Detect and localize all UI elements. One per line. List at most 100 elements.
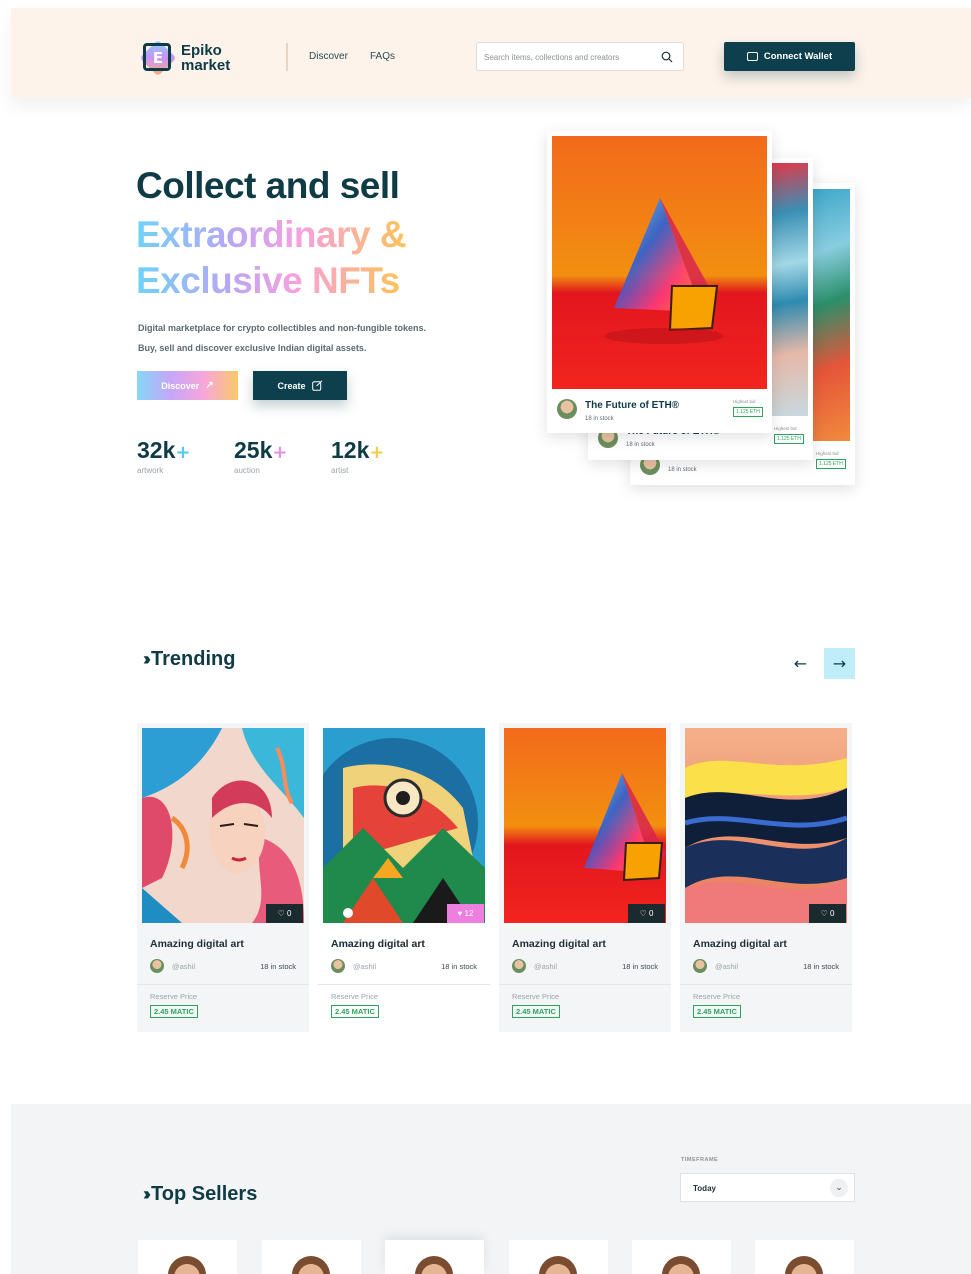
logo[interactable]: E Epiko market	[139, 38, 239, 78]
like-button[interactable]: ♡ 0	[628, 904, 665, 923]
seller-avatar	[168, 1256, 206, 1274]
seller-card[interactable]	[632, 1240, 731, 1274]
seller-card[interactable]	[509, 1240, 608, 1274]
like-button[interactable]: ♡ 0	[809, 904, 846, 923]
trending-prev-button[interactable]: ←	[785, 648, 816, 679]
heart-icon: ♥	[457, 909, 465, 918]
like-button[interactable]: ♥ 12	[447, 904, 484, 923]
hero-desc-line1: Digital marketplace for crypto collectib…	[138, 323, 427, 333]
creator-avatar	[331, 959, 345, 973]
logo-line1: Epiko	[181, 42, 222, 59]
stock-count: 18 in stock	[622, 962, 658, 971]
nav-divider	[286, 43, 288, 71]
card-divider	[137, 984, 309, 985]
stat-artist-value: 12k	[331, 437, 370, 463]
reserve-price-value: 2.45 MATIC	[512, 1005, 560, 1018]
card-divider	[680, 984, 852, 985]
reserve-price-label: Reserve Price	[693, 992, 741, 1001]
search-icon[interactable]	[661, 51, 673, 63]
nav-discover-link[interactable]: Discover	[309, 51, 348, 62]
arrow-right-icon: →	[832, 654, 847, 673]
seller-avatar	[662, 1256, 700, 1274]
reserve-price-value: 2.45 MATIC	[331, 1005, 379, 1018]
hero-card-3-bid: 1.125 ETH	[816, 459, 846, 469]
logo-letter: E	[152, 49, 164, 67]
stat-artwork-value: 32k	[137, 437, 176, 463]
reserve-price-label: Reserve Price	[512, 992, 560, 1001]
connect-wallet-button[interactable]: Connect Wallet	[724, 42, 855, 71]
seller-card[interactable]	[262, 1240, 361, 1274]
nav-faqs-link[interactable]: FAQs	[370, 51, 395, 62]
create-button[interactable]: Create	[253, 371, 347, 400]
seller-card[interactable]	[755, 1240, 854, 1274]
logo-line2: market	[181, 57, 231, 74]
card-title: Amazing digital art	[150, 938, 244, 950]
stat-artist-label: artist	[331, 466, 349, 475]
trending-card[interactable]: ♡ 0 Amazing digital art @ashil 18 in sto…	[137, 723, 309, 1032]
stat-artwork: 32k+ artwork	[137, 437, 190, 475]
logo-text: Epiko market	[181, 43, 230, 73]
create-label: Create	[277, 380, 306, 391]
trending-next-button[interactable]: →	[824, 648, 855, 679]
stat-auction-label: auction	[234, 466, 260, 475]
discover-button[interactable]: Discover ↗	[137, 371, 238, 400]
edit-icon	[311, 380, 322, 391]
hero-card-2-bid-label: Highest bid	[774, 426, 797, 431]
seller-card[interactable]	[138, 1240, 237, 1274]
card-divider	[499, 984, 671, 985]
trending-card-3-art	[504, 728, 666, 923]
search-box	[476, 42, 684, 71]
like-count: 12	[464, 909, 474, 918]
seller-card[interactable]	[385, 1240, 484, 1274]
hero-card-1-title: The Future of ETH®	[585, 400, 680, 411]
stat-auction-value: 25k	[234, 437, 273, 463]
trending-card[interactable]: ♥ 12 Amazing digital art @ashil 18 in st…	[318, 723, 490, 1032]
hero-heading-line3: Exclusive NFTs	[136, 260, 400, 301]
timeframe-select[interactable]: Today ⌄	[680, 1173, 855, 1202]
hero-card-1-bid-label: Highest bid	[733, 399, 756, 404]
hero-nft-card-1[interactable]: The Future of ETH® 18 in stock Highest b…	[547, 131, 772, 433]
like-count: 0	[286, 909, 292, 918]
search-input[interactable]	[484, 49, 654, 65]
stat-auction: 25k+ auction	[234, 437, 287, 475]
like-count: 0	[648, 909, 654, 918]
arrow-left-icon: ←	[793, 654, 808, 673]
trending-card-1-art	[142, 728, 304, 923]
reserve-price-label: Reserve Price	[150, 992, 198, 1001]
hero-card-3-bid-label: Highest bid	[816, 451, 839, 456]
creator-handle[interactable]: @ashil	[534, 962, 557, 971]
hero-heading-line2: Extraordinary &	[136, 214, 407, 255]
logo-mark-icon: E	[139, 39, 177, 77]
timeframe-label: TIMEFRAME	[681, 1157, 719, 1163]
creator-handle[interactable]: @ashil	[172, 962, 195, 971]
heart-icon: ♡	[639, 909, 649, 918]
stat-artwork-label: artwork	[137, 466, 164, 475]
creator-handle[interactable]: @ashil	[353, 962, 376, 971]
hero-card-1-avatar	[557, 399, 577, 419]
stock-count: 18 in stock	[803, 962, 839, 971]
creator-avatar	[512, 959, 526, 973]
top-sellers-heading: ›› Top Sellers	[143, 1183, 257, 1206]
reserve-price-value: 2.45 MATIC	[693, 1005, 741, 1018]
seller-avatar	[415, 1256, 453, 1274]
stock-count: 18 in stock	[260, 962, 296, 971]
chevron-down-icon: ⌄	[830, 1179, 848, 1197]
trending-heading: ›› Trending	[143, 648, 235, 671]
heart-icon: ♡	[277, 909, 287, 918]
hero-card-2-art	[771, 163, 808, 416]
like-count: 0	[829, 909, 835, 918]
hero-card-1-art	[552, 136, 767, 389]
trending-card[interactable]: ♡ 0 Amazing digital art @ashil 18 in sto…	[680, 723, 852, 1032]
top-sellers-title: Top Sellers	[151, 1183, 258, 1205]
like-button[interactable]: ♡ 0	[266, 904, 303, 923]
trending-card[interactable]: ♡ 0 Amazing digital art @ashil 18 in sto…	[499, 723, 671, 1032]
hero-heading-line1: Collect and sell	[136, 165, 400, 206]
hero-card-2-bid: 1.125 ETH	[774, 434, 804, 444]
card-title: Amazing digital art	[693, 938, 787, 950]
creator-avatar	[693, 959, 707, 973]
hero-card-1-bid: 1.125 ETH	[733, 407, 763, 417]
stock-count: 18 in stock	[441, 962, 477, 971]
arrow-up-right-icon: ↗	[205, 380, 214, 391]
hero-card-3-art	[810, 189, 850, 441]
creator-handle[interactable]: @ashil	[715, 962, 738, 971]
